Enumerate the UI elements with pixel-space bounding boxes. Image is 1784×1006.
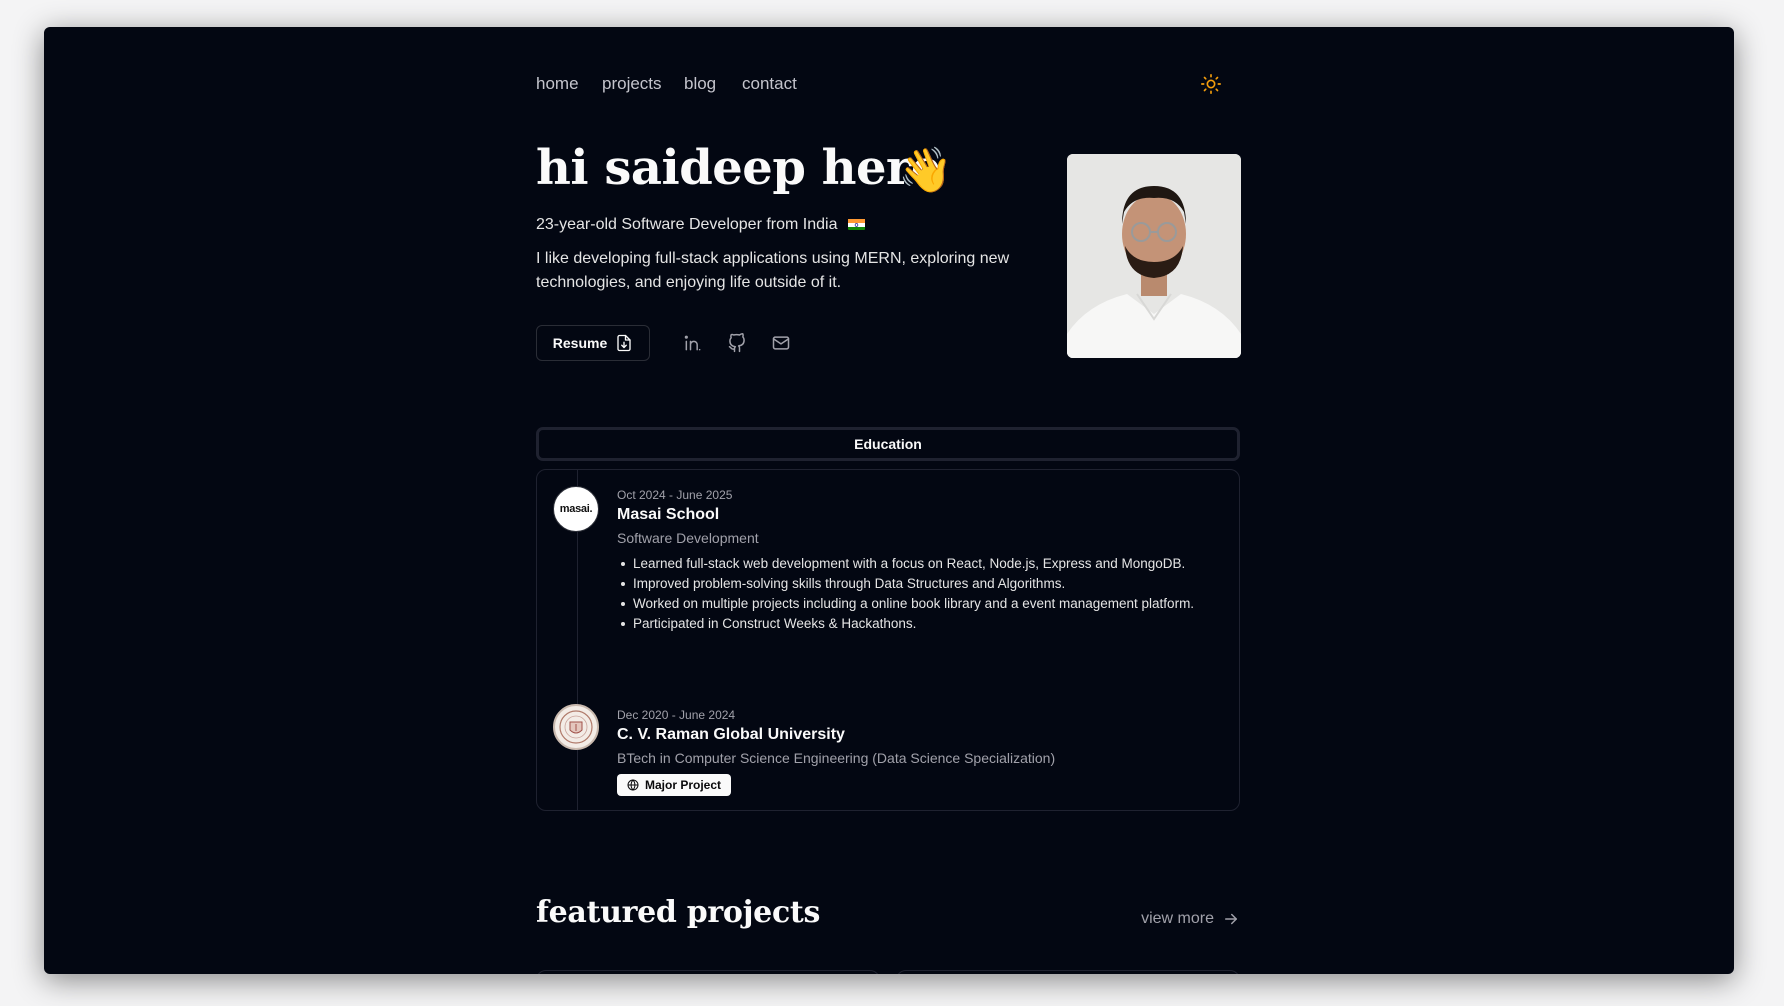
hero-subtitle: 23-year-old Software Developer from Indi… xyxy=(536,216,865,234)
india-flag-icon xyxy=(847,218,865,230)
nav-projects[interactable]: projects xyxy=(602,74,662,94)
hero-bio: I like developing full-stack application… xyxy=(536,250,1010,291)
project-card[interactable] xyxy=(536,970,880,974)
project-card[interactable] xyxy=(896,970,1240,974)
sun-icon xyxy=(1201,74,1221,94)
email-link[interactable] xyxy=(769,331,793,355)
nav-home[interactable]: home xyxy=(536,74,579,94)
linkedin-icon xyxy=(684,335,701,351)
bullet-item: Participated in Construct Weeks & Hackat… xyxy=(621,614,1217,634)
profile-photo xyxy=(1067,154,1241,358)
bullet-item: Improved problem-solving skills through … xyxy=(621,574,1217,594)
education-entry-masai: Oct 2024 - June 2025 Masai School Softwa… xyxy=(617,488,1217,634)
bullet-item: Learned full-stack web development with … xyxy=(621,554,1217,574)
arrow-right-icon xyxy=(1225,913,1237,925)
major-project-button[interactable]: Major Project xyxy=(617,774,732,796)
education-timeline: masai. Oct 2024 - June 2025 Masai School… xyxy=(536,469,1240,811)
view-more-label: view more xyxy=(1141,910,1214,927)
mail-icon xyxy=(772,336,790,350)
wave-emoji: 👋 xyxy=(898,146,953,195)
nav-blog[interactable]: blog xyxy=(684,74,716,94)
file-download-icon xyxy=(617,334,631,352)
education-tab[interactable]: Education xyxy=(536,427,1240,461)
education-entry-cvrgu: Dec 2020 - June 2024 C. V. Raman Global … xyxy=(617,708,1217,796)
entry-bullets: Learned full-stack web development with … xyxy=(617,554,1217,634)
major-project-label: Major Project xyxy=(645,778,722,792)
entry-degree: Software Development xyxy=(617,530,759,546)
entry-date: Oct 2024 - June 2025 xyxy=(617,488,733,502)
masai-logo: masai. xyxy=(553,486,599,532)
entry-school: Masai School xyxy=(617,506,720,523)
cvrgu-logo xyxy=(553,704,599,750)
top-nav: home projects blog contact xyxy=(536,67,1240,101)
bullet-item: Worked on multiple projects including a … xyxy=(621,594,1217,614)
hero-title: hi saideep here xyxy=(536,140,941,196)
masai-logo-text: masai. xyxy=(559,503,593,515)
browser-viewport: home projects blog contact hi saideep he… xyxy=(44,27,1734,974)
entry-degree: BTech in Computer Science Engineering (D… xyxy=(617,750,1056,766)
nav-contact[interactable]: contact xyxy=(742,74,797,94)
globe-icon xyxy=(627,779,639,791)
github-link[interactable] xyxy=(725,331,749,355)
linkedin-link[interactable] xyxy=(681,331,705,355)
hero-subtitle-text: 23-year-old Software Developer from Indi… xyxy=(536,216,838,233)
education-tab-label: Education xyxy=(854,436,922,452)
entry-school: C. V. Raman Global University xyxy=(617,726,845,743)
page-container: home projects blog contact hi saideep he… xyxy=(536,27,1241,974)
featured-projects-title: featured projects xyxy=(536,895,821,930)
entry-date: Dec 2020 - June 2024 xyxy=(617,708,736,722)
github-icon xyxy=(728,333,745,353)
resume-button[interactable]: Resume xyxy=(536,325,650,361)
theme-toggle-button[interactable] xyxy=(1200,73,1222,95)
view-more-link[interactable]: view more xyxy=(1141,910,1240,928)
resume-label: Resume xyxy=(552,335,608,351)
